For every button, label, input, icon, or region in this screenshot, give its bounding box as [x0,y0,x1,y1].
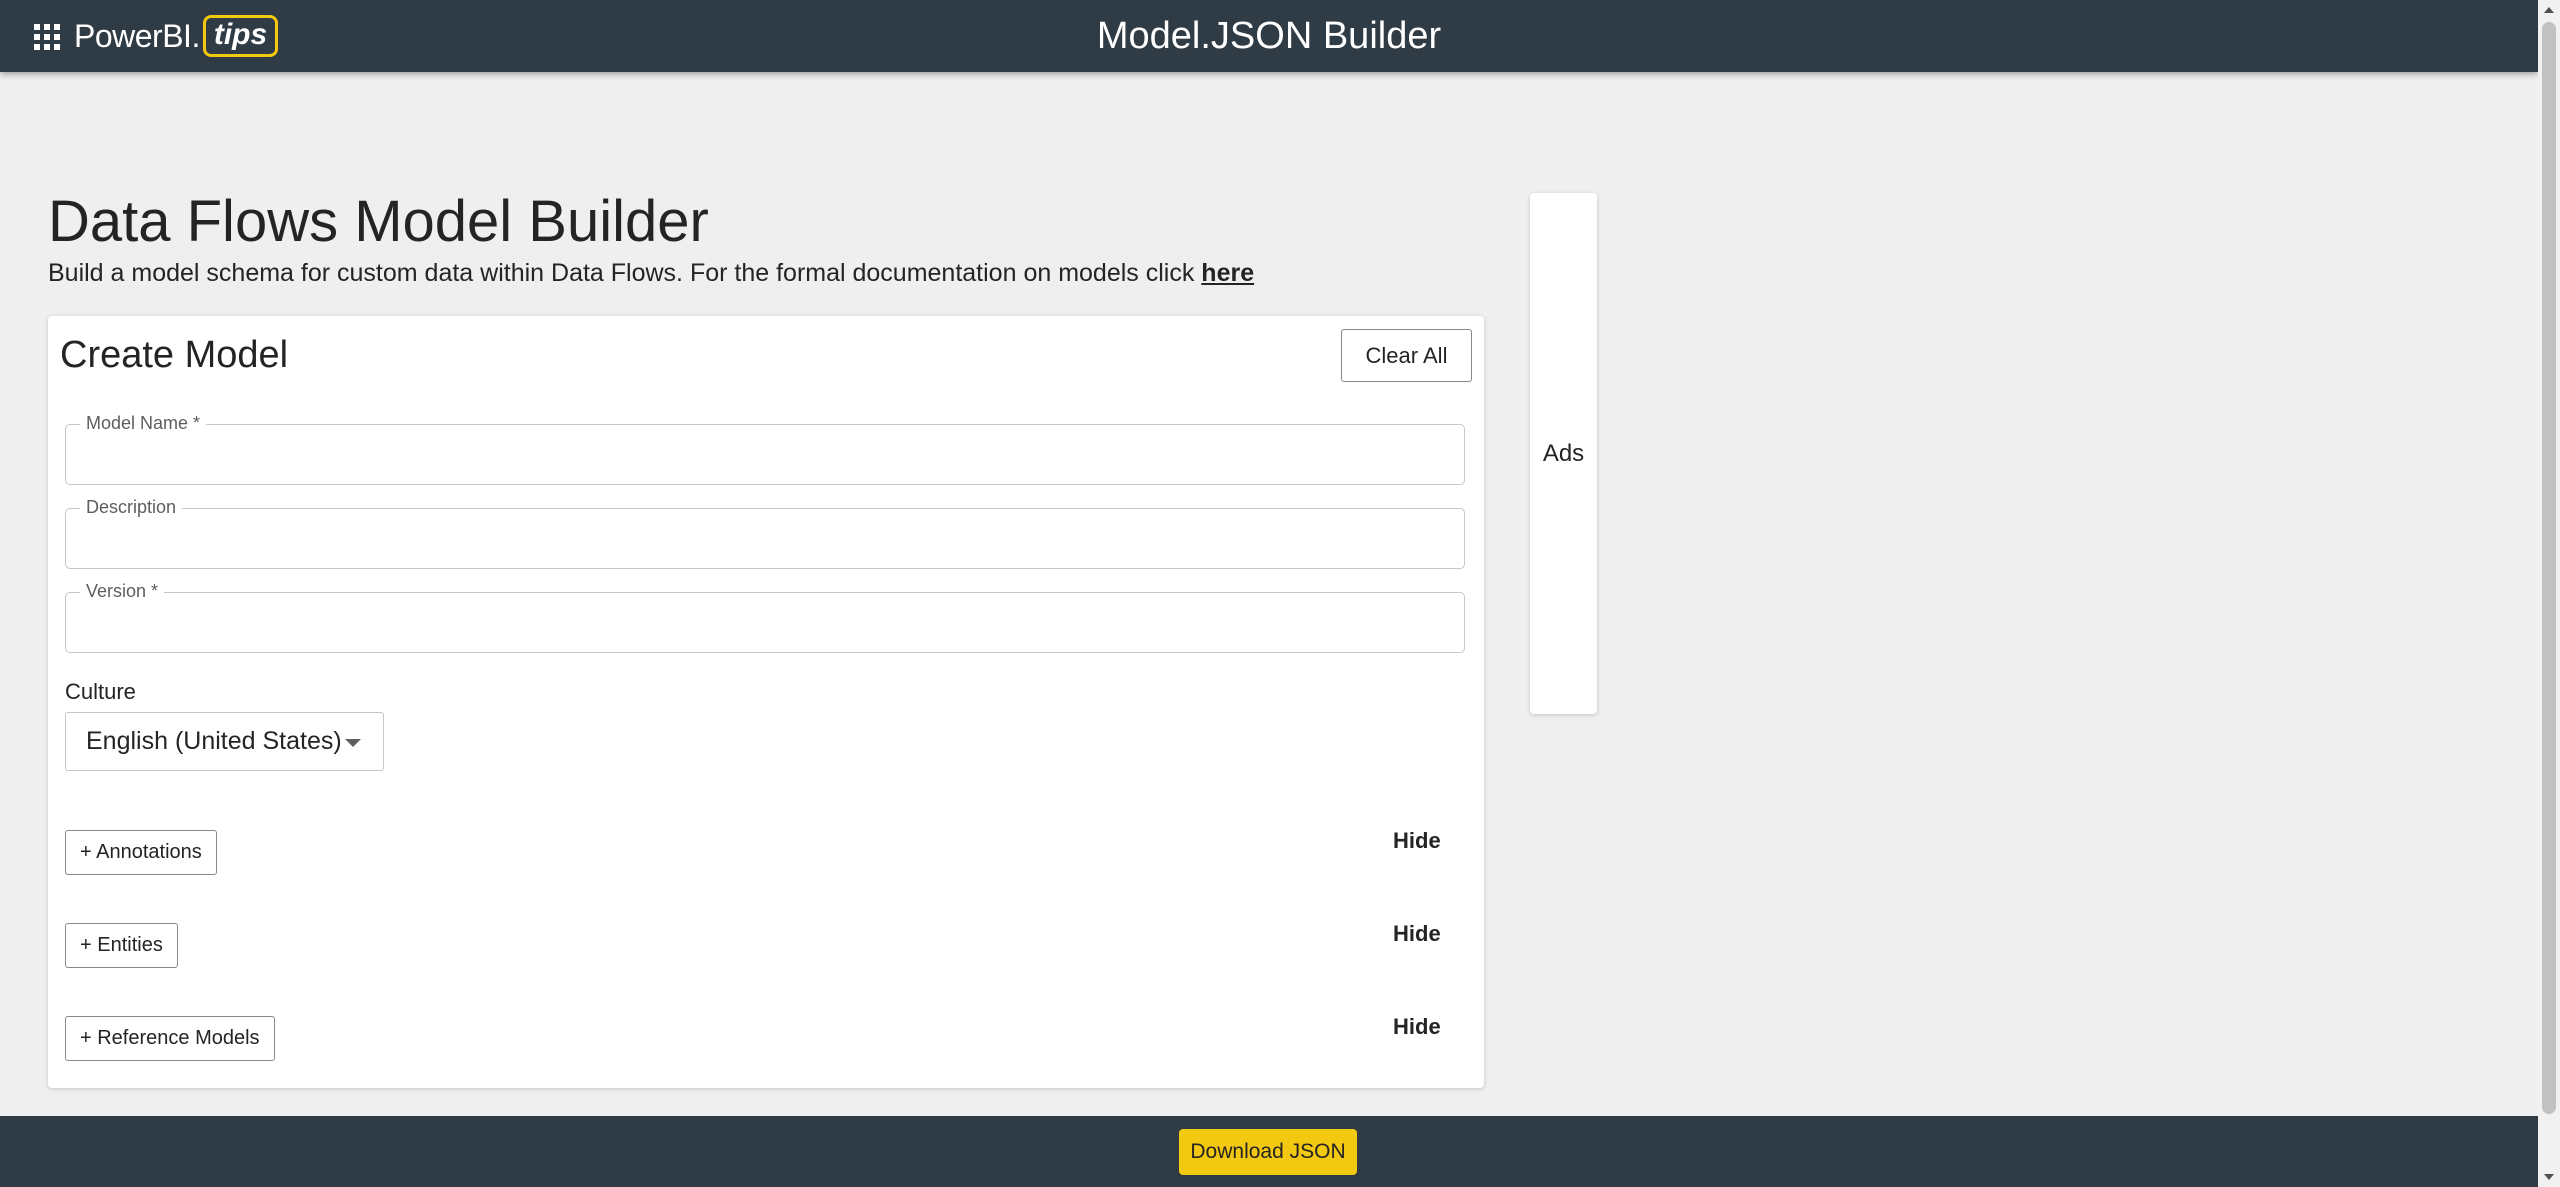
footer-bar: Download JSON [0,1116,2538,1187]
model-name-input[interactable] [66,425,1464,484]
intro-description-text: Build a model schema for custom data wit… [48,259,1202,287]
intro-description: Build a model schema for custom data wit… [48,259,1254,288]
top-header: Model.JSON Builder PowerBI. tips [0,0,2538,72]
powerbi-tips-logo[interactable]: PowerBI. tips [74,14,279,58]
scroll-down-arrow-icon[interactable] [2538,1167,2560,1187]
chevron-down-icon [345,739,361,747]
page-title: Model.JSON Builder [1096,15,1442,57]
add-reference-models-button[interactable]: + Reference Models [65,1016,275,1061]
description-input[interactable] [66,509,1464,568]
culture-selected-value: English (United States) [86,727,342,755]
logo-text: PowerBI. [74,17,200,54]
scroll-thumb[interactable] [2542,22,2556,1114]
main-heading: Data Flows Model Builder [48,189,709,254]
hide-entities-link[interactable]: Hide [1393,921,1441,947]
card-title: Create Model [60,334,289,376]
culture-select[interactable]: English (United States) [65,712,384,771]
version-field: Version * [65,581,1465,653]
hide-annotations-link[interactable]: Hide [1393,828,1441,854]
add-entities-button[interactable]: + Entities [65,923,178,968]
ads-label: Ads [1542,439,1585,467]
culture-label: Culture [65,679,136,704]
logo-tips-badge: tips [202,15,279,57]
scroll-up-arrow-icon[interactable] [2538,0,2560,20]
vertical-scrollbar[interactable] [2538,0,2560,1187]
download-json-button[interactable]: Download JSON [1179,1129,1357,1175]
model-name-field: Model Name * [65,413,1465,485]
documentation-link[interactable]: here [1201,259,1254,287]
create-model-card: Create Model Clear All Model Name * Desc… [48,316,1484,1088]
description-field: Description [65,497,1465,569]
hide-reference-models-link[interactable]: Hide [1393,1014,1441,1040]
clear-all-button[interactable]: Clear All [1341,329,1472,382]
version-input[interactable] [66,593,1464,652]
add-annotations-button[interactable]: + Annotations [65,830,217,875]
ads-panel: Ads [1530,193,1597,714]
